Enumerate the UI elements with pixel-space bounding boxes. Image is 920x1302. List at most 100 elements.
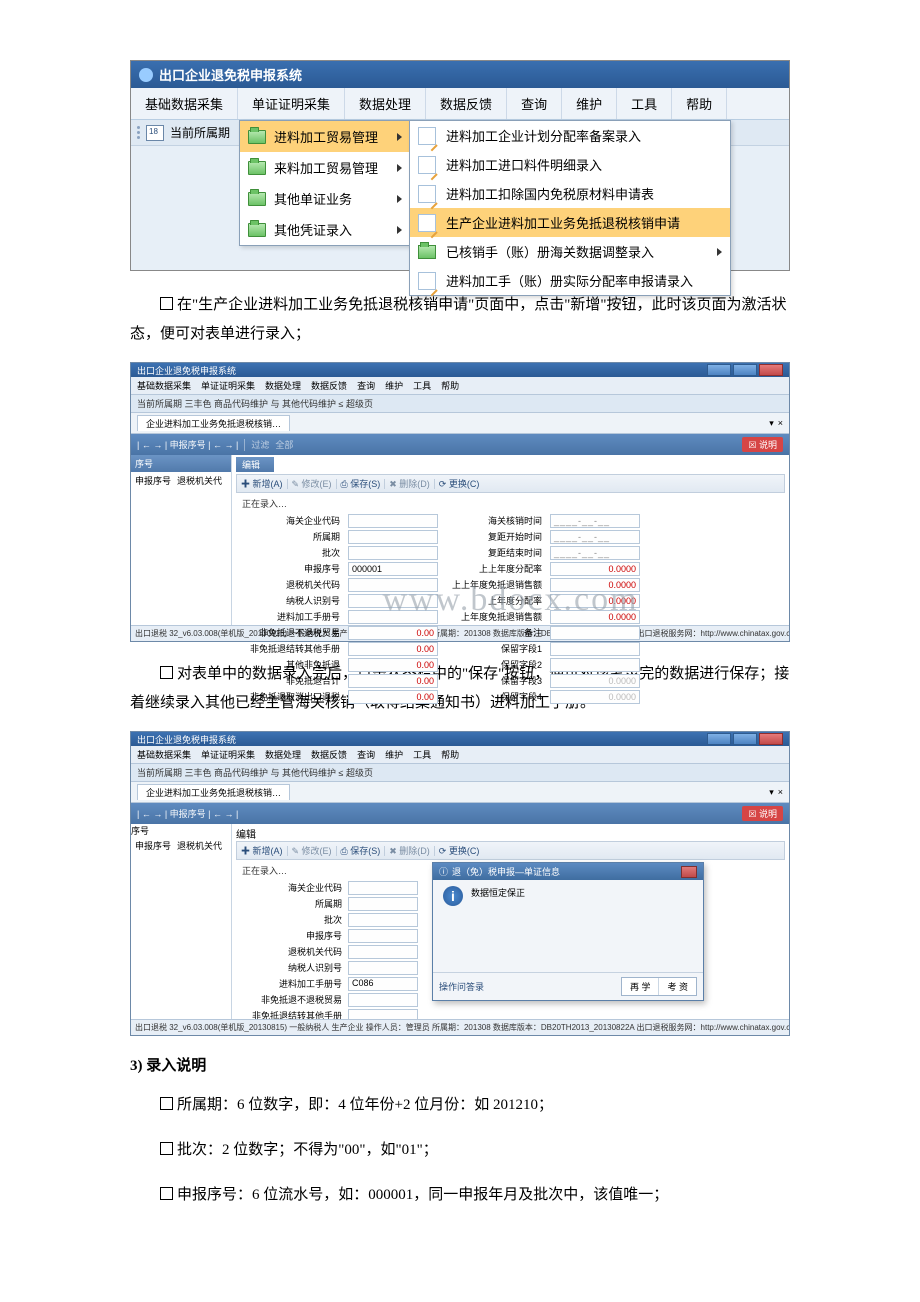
menu-item[interactable]: 维护 — [385, 748, 403, 761]
dropdown2-item[interactable]: 进料加工进口料件明细录入 — [410, 150, 730, 179]
menu-item[interactable]: 基础数据采集 — [137, 748, 191, 761]
menu-item[interactable]: 数据处理 — [265, 748, 301, 761]
tab-dropdown[interactable]: ▾ — [769, 418, 774, 429]
form-value[interactable] — [348, 1009, 418, 1019]
menu-item[interactable]: 工具 — [413, 748, 431, 761]
form-value[interactable] — [348, 578, 438, 592]
form-value[interactable] — [348, 610, 438, 624]
dropdown1-item[interactable]: 其他凭证录入 — [240, 214, 410, 245]
save-button[interactable]: ⎙ 保存(S) — [341, 477, 381, 490]
active-tab[interactable]: 企业进料加工业务免抵退税核销… — [137, 415, 290, 431]
form-value[interactable] — [550, 626, 640, 640]
dropdown1-item[interactable]: 来料加工贸易管理 — [240, 152, 410, 183]
menu-item[interactable]: 数据处理 — [345, 88, 426, 119]
form-value[interactable] — [550, 658, 640, 672]
maximize-button[interactable] — [733, 733, 757, 745]
menu-item[interactable]: 基础数据采集 — [131, 88, 238, 119]
menu-item[interactable]: 查询 — [357, 748, 375, 761]
form-value[interactable] — [348, 929, 418, 943]
form-value[interactable]: ____-__-__ — [550, 514, 640, 528]
dialog-close-button[interactable] — [681, 866, 697, 878]
dropdown2-item[interactable]: 生产企业进料加工业务免抵退税核销申请 — [410, 208, 730, 237]
menu-item[interactable]: 帮助 — [441, 379, 459, 392]
minimize-button[interactable] — [707, 364, 731, 376]
nav-controls[interactable]: | ← → | 申报序号 | ← → | — [137, 807, 238, 820]
form-value[interactable] — [348, 514, 438, 528]
dropdown1-item[interactable]: 其他单证业务 — [240, 183, 410, 214]
menu-item[interactable]: 工具 — [617, 88, 672, 119]
dialog-button-2[interactable]: 考 资 — [659, 978, 696, 995]
menu-item[interactable]: 维护 — [385, 379, 403, 392]
form-value[interactable] — [348, 961, 418, 975]
form-value[interactable] — [348, 993, 418, 1007]
modify-button[interactable]: ✎ 修改(E) — [292, 844, 332, 857]
menu-item[interactable]: 数据反馈 — [311, 748, 347, 761]
explain-button[interactable]: ☒ 说明 — [742, 806, 783, 821]
menu-item[interactable]: 单证证明采集 — [238, 88, 345, 119]
tab-close[interactable]: × — [778, 418, 783, 428]
form-value[interactable]: 0.00 — [348, 626, 438, 640]
form-value[interactable]: 0.00 — [348, 642, 438, 656]
menu-item[interactable]: 基础数据采集 — [137, 379, 191, 392]
form-value[interactable]: 0.0000 — [550, 578, 640, 592]
menu-item[interactable]: 工具 — [413, 379, 431, 392]
menu-item[interactable]: 数据反馈 — [311, 379, 347, 392]
form-value[interactable]: 000001 — [348, 562, 438, 576]
form-value[interactable]: 0.0000 — [550, 594, 640, 608]
menu-item[interactable]: 单证证明采集 — [201, 379, 255, 392]
maximize-button[interactable] — [733, 364, 757, 376]
dropdown1-item[interactable]: 进料加工贸易管理 — [240, 121, 410, 152]
form-value[interactable] — [348, 897, 418, 911]
form-value[interactable]: C086 — [348, 977, 418, 991]
edit-tab[interactable]: 编辑 — [236, 457, 274, 472]
form-value[interactable]: ____-__-__ — [550, 546, 640, 560]
close-button[interactable] — [759, 733, 783, 745]
menu-item[interactable]: 数据处理 — [265, 379, 301, 392]
add-button[interactable]: ✚ 新增(A) — [241, 477, 283, 490]
form-value[interactable]: 0.00 — [348, 658, 438, 672]
dropdown2-item[interactable]: 进料加工企业计划分配率备案录入 — [410, 121, 730, 150]
form-value[interactable] — [348, 945, 418, 959]
nav-controls[interactable]: | ← → | 申报序号 | ← → | — [137, 438, 238, 451]
form-value[interactable]: 0.0000 — [550, 674, 640, 688]
form-value[interactable]: ____-__-__ — [550, 530, 640, 544]
explain-button[interactable]: ☒ 说明 — [742, 437, 783, 452]
save-button[interactable]: ⎙ 保存(S) — [341, 844, 381, 857]
all-button[interactable]: 全部 — [275, 438, 293, 451]
menu-item[interactable]: 单证证明采集 — [201, 748, 255, 761]
delete-button[interactable]: ✖ 删除(D) — [389, 844, 430, 857]
dropdown2-item[interactable]: 进料加工手（账）册实际分配率申报请录入 — [410, 266, 730, 295]
replace-button[interactable]: ⟳ 更换(C) — [439, 844, 480, 857]
menu-item[interactable]: 帮助 — [672, 88, 727, 119]
form-value[interactable] — [348, 913, 418, 927]
menu-item[interactable]: 查询 — [507, 88, 562, 119]
form-value[interactable] — [348, 881, 418, 895]
menu-item[interactable]: 数据反馈 — [426, 88, 507, 119]
tab-dropdown[interactable]: ▾ — [769, 787, 774, 798]
dropdown2-item[interactable]: 进料加工扣除国内免税原材料申请表 — [410, 179, 730, 208]
dropdown2-item[interactable]: 已核销手（账）册海关数据调整录入 — [410, 237, 730, 266]
form-value[interactable]: 0.0000 — [550, 610, 640, 624]
filter-button[interactable]: 过滤 — [251, 438, 269, 451]
form-value[interactable]: 0.0000 — [550, 562, 640, 576]
close-button[interactable] — [759, 364, 783, 376]
tab-close[interactable]: × — [778, 787, 783, 797]
form-value[interactable]: 0.00 — [348, 690, 438, 704]
edit-tab[interactable]: 编辑 — [236, 826, 785, 841]
form-value[interactable] — [348, 594, 438, 608]
active-tab[interactable]: 企业进料加工业务免抵退税核销… — [137, 784, 290, 800]
delete-button[interactable]: ✖ 删除(D) — [389, 477, 430, 490]
form-value[interactable]: 0.00 — [348, 674, 438, 688]
form-value[interactable]: 0.0000 — [550, 690, 640, 704]
form-value[interactable] — [348, 530, 438, 544]
menu-item[interactable]: 帮助 — [441, 748, 459, 761]
replace-button[interactable]: ⟳ 更换(C) — [439, 477, 480, 490]
minimize-button[interactable] — [707, 733, 731, 745]
form-value[interactable] — [550, 642, 640, 656]
menu-item[interactable]: 查询 — [357, 379, 375, 392]
dialog-button-1[interactable]: 再 学 — [622, 978, 660, 995]
menu-item[interactable]: 维护 — [562, 88, 617, 119]
modify-button[interactable]: ✎ 修改(E) — [292, 477, 332, 490]
form-value[interactable] — [348, 546, 438, 560]
add-button[interactable]: ✚ 新增(A) — [241, 844, 283, 857]
